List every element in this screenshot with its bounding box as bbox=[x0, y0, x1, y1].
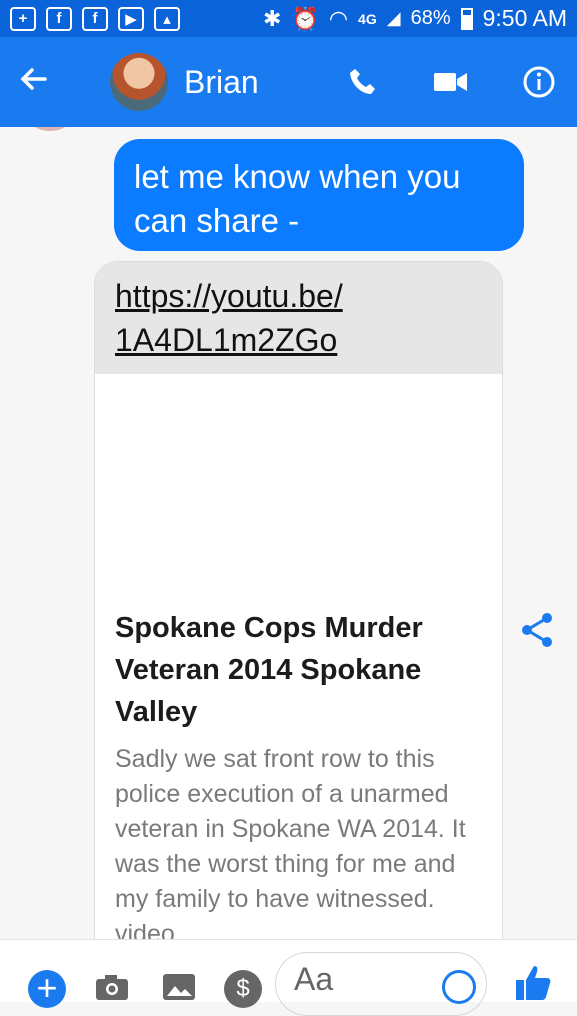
dollar-icon[interactable]: $ bbox=[224, 970, 262, 1008]
battery-percent: 68% bbox=[410, 7, 451, 29]
share-icon[interactable] bbox=[520, 612, 560, 652]
image-icon[interactable] bbox=[162, 972, 198, 1002]
video-icon[interactable] bbox=[431, 62, 471, 102]
link-url-line: https://youtu.be/ bbox=[115, 278, 343, 314]
like-icon[interactable] bbox=[514, 962, 556, 1002]
arrow-left-icon[interactable] bbox=[18, 61, 74, 103]
link-url[interactable]: https://youtu.be/ 1A4DL1m2ZGo bbox=[95, 262, 502, 374]
clock: 9:50 AM bbox=[482, 5, 567, 31]
link-url-line: 1A4DL1m2ZGo bbox=[115, 322, 338, 358]
avatar[interactable] bbox=[110, 53, 168, 111]
signal-icon: ◢ bbox=[386, 8, 401, 28]
phone-icon[interactable] bbox=[343, 62, 383, 102]
link-title: Spokane Cops Murder Veteran 2014 Spokane… bbox=[115, 612, 423, 728]
gallery-icon: ▴ bbox=[154, 6, 180, 31]
info-icon[interactable] bbox=[519, 62, 559, 102]
emoji-icon[interactable] bbox=[442, 970, 476, 1004]
outgoing-message-bubble[interactable]: let me know when you can share - bbox=[114, 139, 524, 251]
alarm-icon: ⏰ bbox=[291, 5, 319, 31]
plus-icon[interactable]: + bbox=[28, 970, 66, 1008]
message-list[interactable]: let me know when you can share - https:/… bbox=[0, 127, 577, 939]
camera-icon[interactable] bbox=[94, 972, 130, 1002]
contact-name[interactable]: Brian bbox=[184, 64, 259, 101]
facebook-icon: f bbox=[46, 6, 72, 31]
bluetooth-icon: ✱ bbox=[263, 5, 282, 31]
facebook-icon: f bbox=[82, 6, 108, 31]
battery-icon bbox=[460, 7, 473, 30]
link-preview-card[interactable]: https://youtu.be/ 1A4DL1m2ZGo Spokane Co… bbox=[94, 261, 503, 939]
youtube-icon: ▶ bbox=[118, 6, 144, 31]
notification-icons: + f f ▶ ▴ bbox=[10, 6, 180, 31]
network-type: 4G bbox=[358, 10, 377, 27]
link-description: Sadly we sat front row to this police ex… bbox=[115, 745, 466, 939]
status-bar: + f f ▶ ▴ ✱ ⏰ ◠ 4G ◢ 68% 9:50 AM bbox=[0, 0, 577, 37]
conversation-header: Brian bbox=[0, 37, 577, 127]
plus-box-icon: + bbox=[10, 6, 36, 31]
message-composer: + $ Aa bbox=[0, 939, 577, 1016]
system-icons: ✱ ⏰ ◠ 4G ◢ 68% 9:50 AM bbox=[263, 5, 567, 32]
avatar bbox=[30, 127, 70, 131]
wifi-icon: ◠ bbox=[328, 5, 349, 31]
header-actions bbox=[343, 62, 559, 102]
